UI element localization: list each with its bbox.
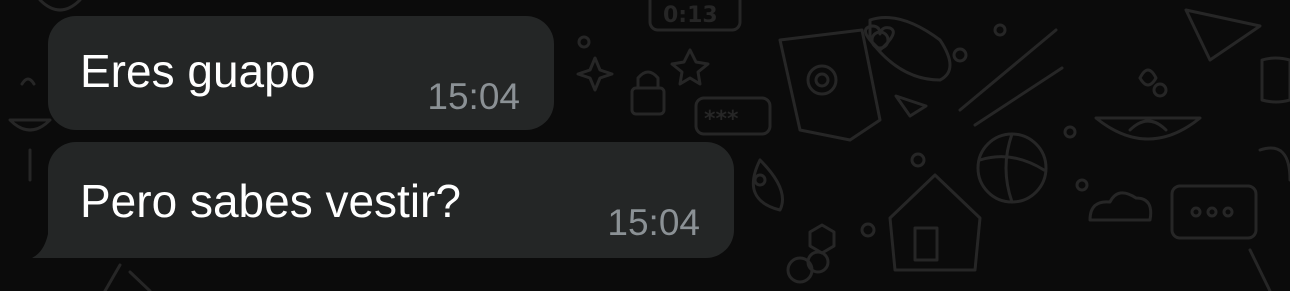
- svg-text:***: ***: [704, 107, 739, 132]
- clock-icon: 0:13: [648, 0, 742, 32]
- star-icon: [670, 48, 710, 86]
- basketball-icon: [976, 132, 1048, 204]
- message-bubble[interactable]: Pero sabes vestir? 15:04: [32, 142, 734, 258]
- bubble-tail: [32, 234, 64, 258]
- flower-icon: [786, 250, 830, 284]
- sparkle-icon: [576, 56, 614, 92]
- chat-view[interactable]: 0:13 *** Eres guapo 15:04 Pero sabes ves…: [0, 0, 1290, 291]
- message-bubble[interactable]: Eres guapo 15:04: [48, 16, 554, 130]
- flag-icon: [1184, 8, 1262, 62]
- bottle-icon: [778, 28, 882, 142]
- candle-icon: [1094, 68, 1202, 141]
- password-field-icon: ***: [694, 96, 772, 136]
- message-timestamp: 15:04: [607, 202, 700, 243]
- dice-icon: [1170, 184, 1258, 240]
- message-timestamp: 15:04: [427, 76, 520, 117]
- hexagon-icon: [808, 223, 836, 255]
- chopsticks-icon: [958, 28, 1064, 127]
- bell-icon: [38, 0, 82, 12]
- lightning-icon: [103, 263, 152, 291]
- message-text: Eres guapo: [80, 45, 316, 97]
- lock-icon: [630, 70, 666, 116]
- pot-icon: [1260, 56, 1290, 104]
- message-text: Pero sabes vestir?: [80, 175, 461, 227]
- svg-text:0:13: 0:13: [663, 3, 718, 28]
- house-icon: [888, 173, 982, 272]
- candle-icon: [8, 77, 52, 182]
- cloud-icon: [1088, 191, 1153, 222]
- send-icon: [894, 94, 928, 118]
